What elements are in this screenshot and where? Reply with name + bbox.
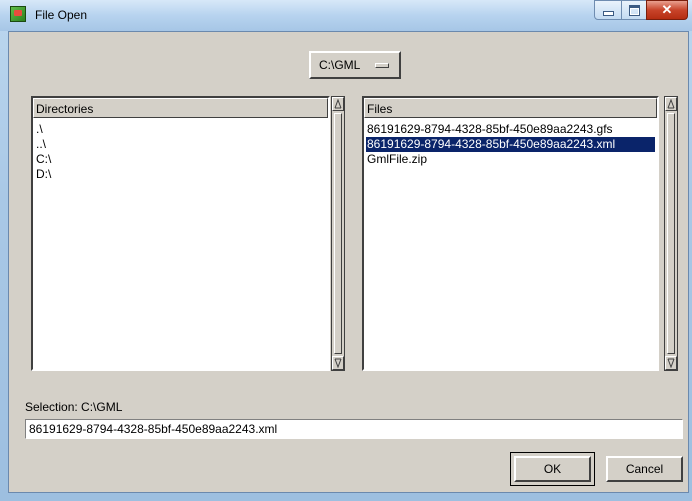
directories-items: .\ ..\ C:\ D:\ xyxy=(35,122,326,182)
up-arrow-icon xyxy=(667,99,675,109)
scroll-up-button[interactable] xyxy=(332,97,344,111)
dialog-client-area: C:\GML Directories .\ ..\ C:\ D:\ Files … xyxy=(8,31,689,493)
title-bar[interactable]: File Open ✕ xyxy=(0,0,692,31)
app-icon xyxy=(10,6,26,22)
scroll-up-button[interactable] xyxy=(665,97,677,111)
selection-input[interactable] xyxy=(25,419,683,439)
files-scrollbar[interactable] xyxy=(664,96,678,371)
scroll-down-button[interactable] xyxy=(332,356,344,370)
files-pane: Files 86191629-8794-4328-85bf-450e89aa22… xyxy=(362,96,680,371)
minimize-button[interactable] xyxy=(594,0,622,20)
file-open-window: File Open ✕ C:\GML Directories .\ ..\ C:\ D… xyxy=(0,0,692,501)
down-arrow-icon xyxy=(667,358,675,368)
down-arrow-icon xyxy=(334,358,342,368)
directories-header: Directories xyxy=(33,98,328,118)
drive-label: C:\GML xyxy=(319,58,361,72)
directories-list[interactable]: Directories .\ ..\ C:\ D:\ xyxy=(31,96,330,371)
up-arrow-icon xyxy=(334,99,342,109)
ok-button[interactable]: OK xyxy=(514,456,591,482)
maximize-icon xyxy=(628,4,640,16)
maximize-button[interactable] xyxy=(621,0,647,20)
selection-label: Selection: C:\GML xyxy=(25,400,123,414)
list-item[interactable]: C:\ xyxy=(35,152,326,167)
drive-selector-button[interactable]: C:\GML xyxy=(309,51,401,79)
scroll-thumb[interactable] xyxy=(667,113,675,354)
list-item[interactable]: GmlFile.zip xyxy=(366,152,655,167)
scroll-down-button[interactable] xyxy=(665,356,677,370)
close-icon: ✕ xyxy=(661,2,673,17)
list-item[interactable]: ..\ xyxy=(35,137,326,152)
list-item[interactable]: 86191629-8794-4328-85bf-450e89aa2243.xml xyxy=(366,137,655,152)
directories-scrollbar[interactable] xyxy=(331,96,345,371)
files-items: 86191629-8794-4328-85bf-450e89aa2243.gfs… xyxy=(366,122,655,167)
window-title: File Open xyxy=(35,8,88,22)
list-item[interactable]: .\ xyxy=(35,122,326,137)
option-menu-indicator-icon xyxy=(375,63,389,68)
close-button[interactable]: ✕ xyxy=(646,0,688,20)
list-item[interactable]: D:\ xyxy=(35,167,326,182)
list-item[interactable]: 86191629-8794-4328-85bf-450e89aa2243.gfs xyxy=(366,122,655,137)
minimize-icon xyxy=(602,10,614,16)
scroll-thumb[interactable] xyxy=(334,113,342,354)
cancel-button[interactable]: Cancel xyxy=(606,456,683,482)
files-header: Files xyxy=(364,98,657,118)
files-list[interactable]: Files 86191629-8794-4328-85bf-450e89aa22… xyxy=(362,96,659,371)
directories-pane: Directories .\ ..\ C:\ D:\ xyxy=(31,96,352,371)
